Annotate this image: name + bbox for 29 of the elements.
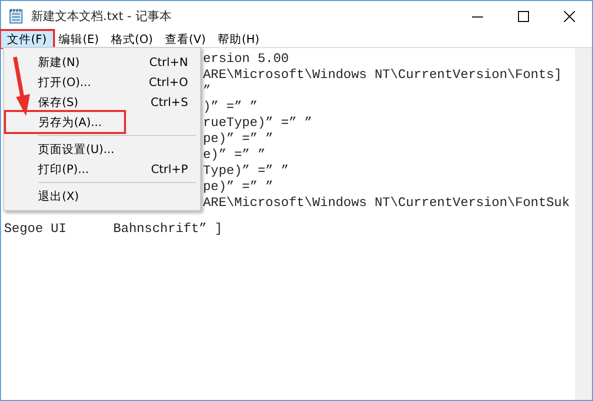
menu-item[interactable]: 文件(F) — [1, 31, 53, 47]
text-line: ARE\Microsoft\Windows NT\CurrentVersion\Fonts] — [203, 67, 562, 83]
text-line: pe)” =” ” — [203, 131, 274, 147]
menu-item[interactable]: 格式(O) — [104, 31, 159, 47]
text-line: ” — [203, 83, 211, 99]
menu-item[interactable]: 另存为(A)... — [6, 112, 124, 132]
text-line: e)” =” ” — [203, 147, 266, 163]
close-icon — [564, 10, 574, 22]
menu-item[interactable]: 新建(N) Ctrl+N — [6, 52, 198, 72]
scrollbar[interactable] — [575, 48, 592, 400]
menu-item[interactable]: 保存(S) Ctrl+S — [6, 92, 198, 112]
maximize-icon — [518, 10, 528, 22]
menu-item[interactable]: 打开(O)... Ctrl+O — [6, 72, 198, 92]
menu-item[interactable]: 打印(P)... Ctrl+P — [6, 159, 198, 179]
text-line: ARE\Microsoft\Windows NT\CurrentVersion\FontSuk — [203, 195, 570, 211]
window-title: 新建文本文档.txt - 记事本 — [31, 8, 172, 25]
annotation-arrow — [13, 55, 33, 117]
menu-item[interactable]: 帮助(H) — [212, 31, 266, 47]
text-line: pe)” =” ” — [203, 179, 274, 195]
menu-item[interactable]: 查看(V) — [158, 31, 212, 47]
text-line: )” =” ” — [203, 99, 258, 115]
text-line: Segoe UI Bahnschrift” ] — [4, 221, 222, 237]
notepad-icon — [9, 8, 23, 24]
menu-item[interactable]: 编辑(E) — [52, 31, 105, 47]
menu-item[interactable]: 退出(X) — [6, 186, 198, 206]
menu-item[interactable]: 页面设置(U)... — [6, 139, 198, 159]
text-line: rueType)” =” ” — [203, 115, 312, 131]
text-line: ersion 5.00 — [203, 51, 289, 67]
text-line: Type)” =” ” — [203, 163, 289, 179]
